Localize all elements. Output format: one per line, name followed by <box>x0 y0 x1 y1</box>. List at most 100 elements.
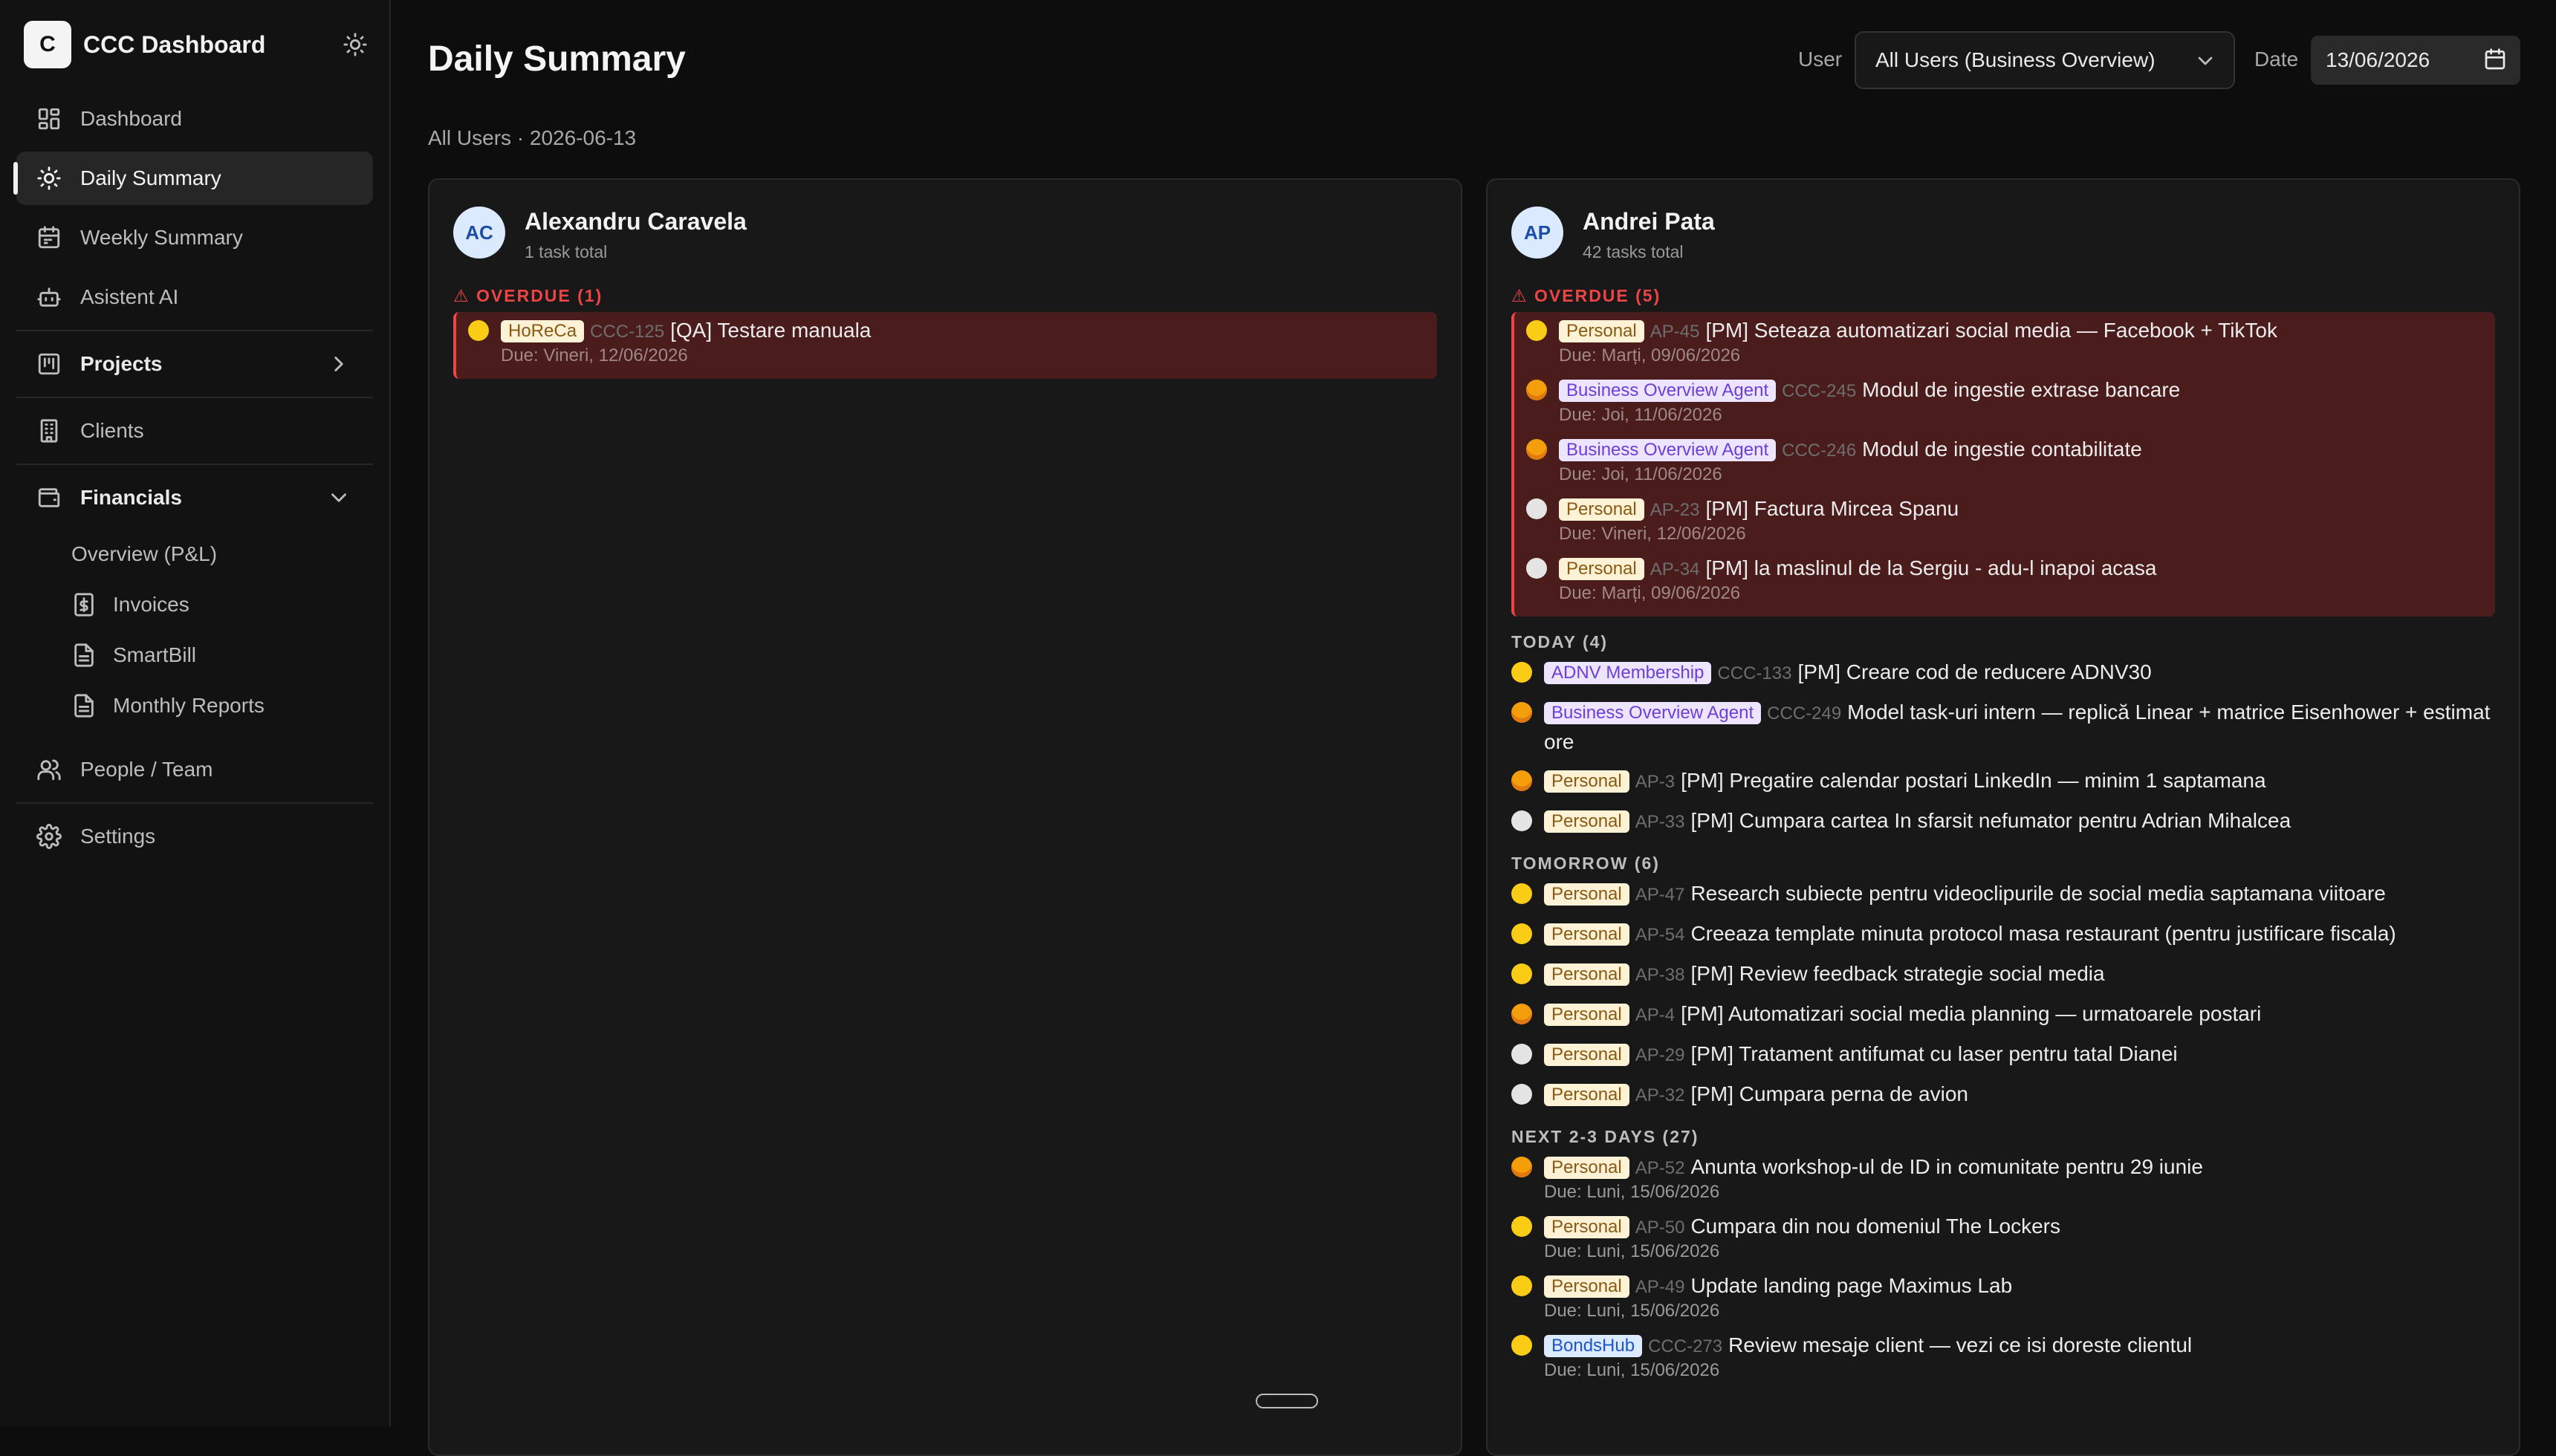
task-line: Personal AP-38 [PM] Review feedback strate… <box>1544 960 2495 989</box>
scroll-handle[interactable] <box>1256 1394 1318 1408</box>
task-item[interactable]: Business Overview Agent CCC-246 Modul de i… <box>1514 435 2495 486</box>
project-tag: Personal <box>1544 770 1629 793</box>
sidebar-sub-overview-pl[interactable]: Overview (P&L) <box>71 532 217 576</box>
sidebar-sub-smartbill[interactable]: SmartBill <box>71 633 196 677</box>
priority-dot <box>1511 963 1532 984</box>
task-id: AP-32 <box>1635 1085 1685 1105</box>
group-label: ⚠ OVERDUE (1) <box>453 286 603 305</box>
task-title: Creeaza template minuta protocol masa re… <box>1690 922 2396 945</box>
task-due-date: Due: Vineri, 12/06/2026 <box>1559 524 1746 544</box>
task-item[interactable]: Personal AP-50 Cumpara din nou domeniul Th… <box>1511 1212 2495 1263</box>
user-card: AP Andrei Pata 42 tasks total ⚠ OVERDUE … <box>1486 178 2520 1456</box>
avatar: AC <box>453 207 505 259</box>
task-title: Cumpara din nou domeniul The Lockers <box>1690 1215 2060 1238</box>
sidebar-item-label: Asistent AI <box>80 285 179 308</box>
project-tag: Personal <box>1544 883 1629 906</box>
task-title: [PM] Seteaza automatizari social media —… <box>1705 319 2277 342</box>
task-item[interactable]: Business Overview Agent CCC-245 Modul de i… <box>1514 376 2495 426</box>
group-label: TODAY (4) <box>1511 632 1609 651</box>
project-tag: Personal <box>1544 923 1629 946</box>
sidebar-sub-invoices[interactable]: Invoices <box>71 582 189 627</box>
theme-toggle-button[interactable] <box>337 27 373 62</box>
task-item[interactable]: Personal AP-45 [PM] Seteaza automatizari s… <box>1514 316 2495 367</box>
sidebar-item-people-team[interactable]: People / Team <box>16 743 373 796</box>
task-item[interactable]: BondsHub CCC-273 Review mesaje client — ve… <box>1511 1331 2495 1382</box>
task-groups: ⚠ OVERDUE (1) HoReCa CCC-125 [QA] Testare m… <box>453 279 1437 388</box>
task-title: [PM] Cumpara cartea In sfarsit nefumator… <box>1690 809 2291 832</box>
task-due-date: Due: Joi, 11/06/2026 <box>1559 405 1722 425</box>
task-id: AP-50 <box>1635 1218 1685 1238</box>
sidebar-item-dashboard[interactable]: Dashboard <box>16 92 373 146</box>
task-id: AP-4 <box>1635 1005 1676 1025</box>
task-item[interactable]: ADNV Membership CCC-133 [PM] Creare cod de… <box>1511 658 2495 688</box>
task-item[interactable]: Business Overview Agent CCC-249 Model task… <box>1511 698 2495 756</box>
priority-dot <box>1511 1044 1532 1065</box>
sidebar-item-weekly-summary[interactable]: Weekly Summary <box>16 211 373 264</box>
task-line: Personal AP-50 Cumpara din nou domeniul Th… <box>1544 1212 2495 1242</box>
sidebar-item-label: Financials <box>80 486 182 509</box>
user-task-count: 42 tasks total <box>1583 242 1684 261</box>
grid-icon <box>36 105 62 132</box>
sun-icon <box>36 165 62 192</box>
priority-dot <box>1511 883 1532 904</box>
project-tag: Personal <box>1544 1004 1629 1026</box>
task-title: [QA] Testare manuala <box>670 319 872 342</box>
project-tag: Personal <box>1559 558 1644 580</box>
priority-dot <box>1511 1335 1532 1356</box>
sidebar-item-asistent-ai[interactable]: Asistent AI <box>16 270 373 324</box>
sidebar-item-label: Projects <box>80 352 163 375</box>
sun-icon <box>343 33 367 56</box>
sidebar-item-clients[interactable]: Clients <box>16 404 373 458</box>
page-title: Daily Summary <box>428 39 686 79</box>
task-line: Personal AP-49 Update landing page Maximus… <box>1544 1272 2495 1301</box>
user-name: Andrei Pata <box>1583 208 1715 235</box>
date-input[interactable]: 13/06/2026 <box>2311 36 2520 85</box>
task-item[interactable]: Personal AP-23 [PM] Factura Mircea Spanu Du… <box>1514 495 2495 545</box>
sidebar-item-settings[interactable]: Settings <box>16 810 373 863</box>
task-line: Personal AP-23 [PM] Factura Mircea Spanu <box>1559 495 2495 524</box>
bot-icon <box>36 284 62 311</box>
task-id: CCC-133 <box>1717 663 1792 683</box>
task-id: AP-45 <box>1650 322 1700 342</box>
priority-dot <box>1511 1004 1532 1024</box>
calendar-icon[interactable] <box>2483 48 2507 71</box>
task-item[interactable]: HoReCa CCC-125 [QA] Testare manuala Due: Vi… <box>456 316 1437 367</box>
users-icon <box>36 756 62 783</box>
task-line: Personal AP-45 [PM] Seteaza automatizari s… <box>1559 316 2495 346</box>
task-groups: ⚠ OVERDUE (5) Personal AP-45 [PM] Seteaza a… <box>1511 279 2495 1391</box>
sidebar-item-daily-summary[interactable]: Daily Summary <box>13 152 373 205</box>
user-name: Alexandru Caravela <box>525 208 747 235</box>
priority-dot <box>1511 1275 1532 1296</box>
task-line: Personal AP-4 [PM] Automatizari social med… <box>1544 1000 2495 1030</box>
overdue-list: HoReCa CCC-125 [QA] Testare manuala Due: Vi… <box>453 312 1437 379</box>
task-title: [PM] la maslinul de la Sergiu - adu-l in… <box>1705 556 2157 579</box>
task-item[interactable]: Personal AP-38 [PM] Review feedback strate… <box>1511 960 2495 989</box>
task-item[interactable]: Personal AP-29 [PM] Tratament antifumat cu… <box>1511 1040 2495 1070</box>
task-line: Personal AP-34 [PM] la maslinul de la Serg… <box>1559 554 2495 584</box>
user-task-count: 1 task total <box>525 242 608 261</box>
task-item[interactable]: Personal AP-47 Research subiecte pentru vi… <box>1511 880 2495 909</box>
task-line: BondsHub CCC-273 Review mesaje client — ve… <box>1544 1331 2495 1361</box>
sidebar-item-label: Settings <box>80 825 156 848</box>
brand[interactable]: C CCC Dashboard <box>24 21 373 68</box>
gear-icon <box>36 823 62 850</box>
task-item[interactable]: Personal AP-54 Creeaza template minuta pro… <box>1511 920 2495 949</box>
task-item[interactable]: Personal AP-4 [PM] Automatizari social med… <box>1511 1000 2495 1030</box>
task-item[interactable]: Personal AP-33 [PM] Cumpara cartea In sfar… <box>1511 807 2495 836</box>
group-label: TOMORROW (6) <box>1511 854 1660 873</box>
task-item[interactable]: Personal AP-32 [PM] Cumpara perna de avion <box>1511 1080 2495 1110</box>
priority-dot <box>1511 1216 1532 1237</box>
task-item[interactable]: Personal AP-34 [PM] la maslinul de la Serg… <box>1514 554 2495 605</box>
priority-dot <box>1526 558 1547 579</box>
sidebar-sub-monthly-reports[interactable]: Monthly Reports <box>71 683 265 728</box>
task-item[interactable]: Personal AP-52 Anunta workshop-ul de ID in… <box>1511 1153 2495 1203</box>
sidebar-item-label: People / Team <box>80 758 213 781</box>
task-item[interactable]: Personal AP-49 Update landing page Maximus… <box>1511 1272 2495 1322</box>
project-tag: Personal <box>1544 1275 1629 1298</box>
task-item[interactable]: Personal AP-3 [PM] Pregatire calendar post… <box>1511 767 2495 796</box>
sidebar-item-projects[interactable]: Projects <box>16 337 373 391</box>
date-filter-label: Date <box>2254 48 2299 71</box>
date-input-value: 13/06/2026 <box>2326 48 2430 71</box>
sidebar-item-financials[interactable]: Financials <box>16 471 373 524</box>
user-select[interactable]: All Users (Business Overview) <box>1855 31 2235 89</box>
